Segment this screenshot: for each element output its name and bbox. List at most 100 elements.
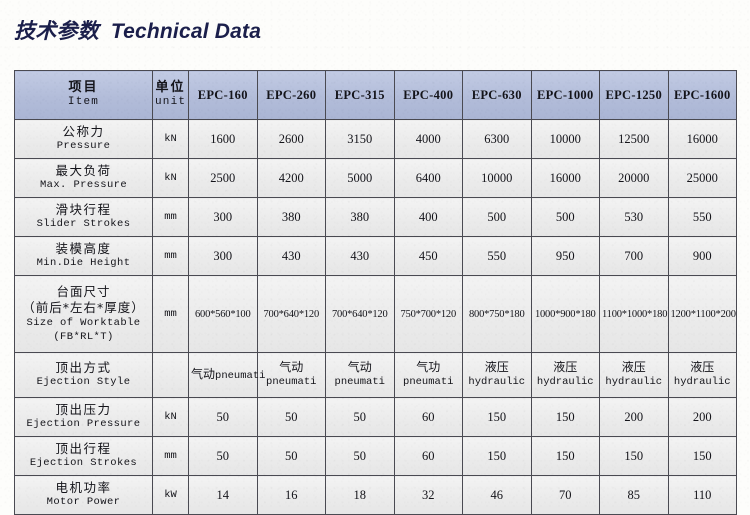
cell-max-pressure-epc-400: 6400 — [393, 158, 463, 198]
cell-min-die-height-epc-1250: 700 — [599, 236, 669, 276]
row-label-max-pressure: 最大负荷 Max. Pressure — [14, 158, 153, 198]
row-label-ejection-strokes-en: Ejection Strokes — [29, 457, 138, 470]
column-header-unit: 单位 unit — [152, 70, 189, 120]
column-header-epc-160-label: EPC-160 — [197, 87, 248, 102]
column-header-item-en: Item — [67, 96, 100, 109]
row-label-ejection-style-en: Ejection Style — [36, 376, 131, 389]
row-label-ejection-pressure: 顶出压力 Ejection Pressure — [14, 397, 153, 437]
row-label-pressure: 公称力 Pressure — [14, 119, 153, 159]
cell-ejection-style-epc-1600-en: hydraulic — [673, 375, 731, 388]
cell-ejection-style-epc-1600-cn: 液压 — [690, 360, 715, 375]
cell-ejection-pressure-epc-1250: 200 — [599, 397, 669, 437]
cell-ejection-pressure-epc-1600: 200 — [667, 397, 737, 437]
cell-ejection-strokes-epc-315: 50 — [325, 436, 395, 476]
cell-ejection-style-epc-1000-cn: 液压 — [553, 360, 578, 375]
cell-min-die-height-epc-1600: 900 — [667, 236, 737, 276]
cell-size-of-worktable-epc-400: 750*700*120 — [393, 275, 463, 353]
cell-size-of-worktable-epc-160: 600*560*100 — [188, 275, 258, 353]
cell-ejection-style-epc-400-cn: 气功 — [416, 360, 441, 375]
cell-ejection-strokes-epc-160: 50 — [188, 436, 258, 476]
cell-motor-power-epc-160: 14 — [188, 475, 258, 515]
cell-ejection-strokes-epc-260: 50 — [256, 436, 326, 476]
cell-ejection-style-epc-315: 气动 pneumati — [325, 352, 395, 398]
cell-ejection-style-epc-630-en: hydraulic — [468, 375, 526, 388]
cell-slider-strokes-epc-1250: 530 — [599, 197, 669, 237]
cell-slider-strokes-epc-1600: 550 — [667, 197, 737, 237]
cell-max-pressure-epc-315: 5000 — [325, 158, 395, 198]
cell-min-die-height-epc-400: 450 — [393, 236, 463, 276]
cell-motor-power-epc-260: 16 — [256, 475, 326, 515]
cell-ejection-pressure-epc-260: 50 — [256, 397, 326, 437]
row-label-slider-strokes-en: Slider Strokes — [36, 218, 131, 231]
column-header-item-cn: 项目 — [68, 80, 99, 95]
table-row: 滑块行程 Slider Strokes mm 300 380 380 400 5… — [14, 197, 737, 237]
cell-ejection-style-epc-1600: 液压 hydraulic — [667, 352, 737, 398]
cell-max-pressure-epc-260: 4200 — [256, 158, 326, 198]
cell-motor-power-epc-1250: 85 — [599, 475, 669, 515]
cell-ejection-style-epc-400-en: pneumati — [403, 375, 454, 388]
cell-ejection-style-epc-260-cn: 气动 — [279, 360, 304, 375]
row-label-pressure-en: Pressure — [56, 140, 111, 153]
table-row: 公称力 Pressure kN 1600 2600 3150 4000 6300… — [14, 119, 737, 159]
cell-ejection-style-epc-315-cn: 气动 — [347, 360, 372, 375]
cell-size-of-worktable-epc-1600: 1200*1100*200 — [667, 275, 737, 353]
row-unit-max-pressure: kN — [152, 158, 189, 198]
column-header-epc-400-label: EPC-400 — [403, 87, 454, 102]
table-row: 台面尺寸 （前后*左右*厚度） Size of Worktable (FB*RL… — [14, 275, 737, 353]
cell-pressure-epc-1250: 12500 — [599, 119, 669, 159]
cell-ejection-pressure-epc-400: 60 — [393, 397, 463, 437]
column-header-item: 项目 Item — [14, 70, 153, 120]
row-label-motor-power: 电机功率 Motor Power — [14, 475, 153, 515]
cell-min-die-height-epc-260: 430 — [256, 236, 326, 276]
cell-ejection-style-epc-400: 气功 pneumati — [393, 352, 463, 398]
cell-pressure-epc-400: 4000 — [393, 119, 463, 159]
column-header-epc-1250-label: EPC-1250 — [605, 87, 663, 102]
table-row: 最大负荷 Max. Pressure kN 2500 4200 5000 640… — [14, 158, 737, 198]
cell-max-pressure-epc-630: 10000 — [462, 158, 532, 198]
cell-ejection-pressure-epc-315: 50 — [325, 397, 395, 437]
cell-slider-strokes-epc-260: 380 — [256, 197, 326, 237]
row-label-size-of-worktable: 台面尺寸 （前后*左右*厚度） Size of Worktable (FB*RL… — [14, 275, 153, 353]
column-header-epc-1250: EPC-1250 — [599, 70, 669, 120]
cell-max-pressure-epc-1000: 16000 — [530, 158, 600, 198]
cell-slider-strokes-epc-630: 500 — [462, 197, 532, 237]
cell-slider-strokes-epc-160: 300 — [188, 197, 258, 237]
cell-size-of-worktable-epc-1000: 1000*900*180 — [530, 275, 600, 353]
cell-ejection-pressure-epc-160: 50 — [188, 397, 258, 437]
cell-ejection-pressure-epc-630: 150 — [462, 397, 532, 437]
row-label-size-of-worktable-cn: 台面尺寸 — [56, 283, 111, 299]
column-header-unit-cn: 单位 — [155, 80, 186, 95]
cell-motor-power-epc-400: 32 — [393, 475, 463, 515]
row-label-slider-strokes-cn: 滑块行程 — [55, 202, 112, 218]
technical-data-table: 项目 Item 单位 unit EPC-160 EPC-260 EPC-315 — [14, 70, 737, 515]
cell-max-pressure-epc-1600: 25000 — [667, 158, 737, 198]
cell-ejection-style-epc-160-en: pneumati — [215, 369, 266, 382]
table-row: 顶出压力 Ejection Pressure kN 50 50 50 60 15… — [14, 397, 737, 437]
row-label-min-die-height-cn: 装模高度 — [55, 241, 112, 257]
row-label-size-of-worktable-cn2: （前后*左右*厚度） — [22, 300, 145, 316]
cell-ejection-style-epc-160-cn: 气动 — [191, 366, 216, 381]
cell-ejection-style-epc-1250: 液压 hydraulic — [599, 352, 669, 398]
row-label-ejection-pressure-cn: 顶出压力 — [55, 402, 112, 418]
row-unit-slider-strokes: mm — [152, 197, 189, 237]
cell-ejection-strokes-epc-1000: 150 — [530, 436, 600, 476]
cell-ejection-strokes-epc-630: 150 — [462, 436, 532, 476]
cell-pressure-epc-260: 2600 — [256, 119, 326, 159]
table-row: 装模高度 Min.Die Height mm 300 430 430 450 5… — [14, 236, 737, 276]
row-unit-motor-power: kW — [152, 475, 189, 515]
row-unit-pressure: kN — [152, 119, 189, 159]
cell-pressure-epc-160: 1600 — [188, 119, 258, 159]
cell-size-of-worktable-epc-315: 700*640*120 — [325, 275, 395, 353]
cell-ejection-style-epc-630: 液压 hydraulic — [462, 352, 532, 398]
cell-ejection-pressure-epc-1000: 150 — [530, 397, 600, 437]
cell-max-pressure-epc-160: 2500 — [188, 158, 258, 198]
cell-ejection-style-epc-260: 气动 pneumati — [256, 352, 326, 398]
cell-min-die-height-epc-630: 550 — [462, 236, 532, 276]
row-label-motor-power-cn: 电机功率 — [55, 480, 112, 496]
table-header-row: 项目 Item 单位 unit EPC-160 EPC-260 EPC-315 — [14, 70, 737, 120]
page-title: 技术参数 Technical Data — [14, 10, 261, 50]
row-label-ejection-pressure-en: Ejection Pressure — [26, 418, 141, 431]
column-header-epc-1600-label: EPC-1600 — [673, 87, 731, 102]
row-label-min-die-height-en: Min.Die Height — [36, 257, 131, 270]
cell-pressure-epc-315: 3150 — [325, 119, 395, 159]
